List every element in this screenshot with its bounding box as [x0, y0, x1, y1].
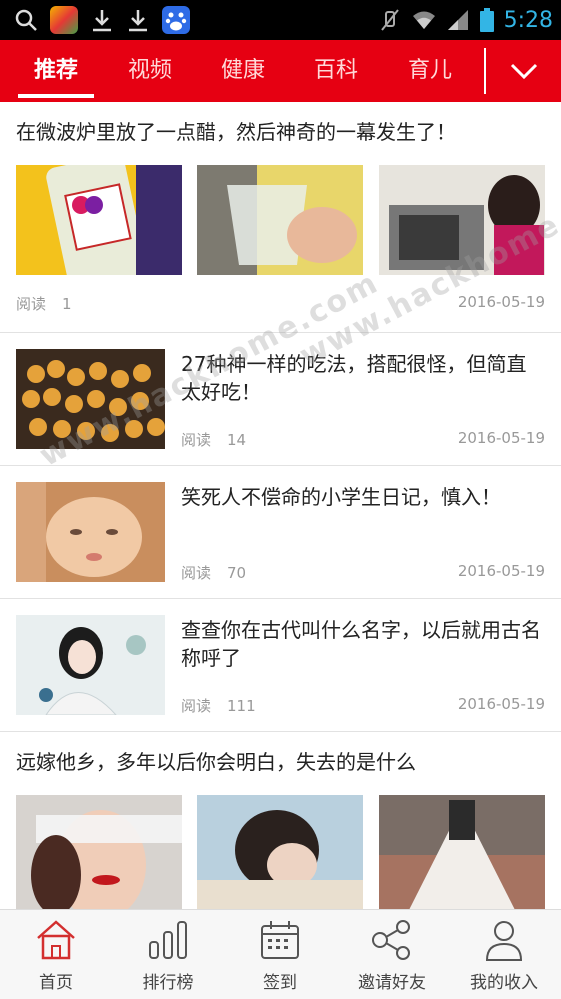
- wifi-icon: [412, 8, 436, 32]
- user-icon: [485, 921, 523, 961]
- download-icon: [90, 8, 114, 32]
- read-label: 阅读: [181, 564, 212, 582]
- tab-recommend[interactable]: 推荐: [18, 40, 94, 102]
- read-count: 阅读 14: [181, 429, 246, 450]
- nav-label: 排行榜: [142, 973, 194, 993]
- article-image[interactable]: [16, 615, 165, 715]
- nav-home[interactable]: 首页: [0, 910, 112, 999]
- article-card[interactable]: 查查你在古代叫什么名字，以后就用古名称呼了 阅读 111 2016-05-19: [0, 599, 561, 732]
- status-time: 5:28: [503, 7, 553, 33]
- nav-label: 邀请好友: [358, 973, 426, 993]
- more-tabs-button[interactable]: [486, 40, 561, 102]
- article-title[interactable]: 远嫁他乡，多年以后你会明白，失去的是什么: [16, 748, 546, 776]
- article-image[interactable]: [379, 795, 545, 910]
- active-tab-indicator: [18, 94, 94, 98]
- nav-ranking[interactable]: 排行榜: [112, 910, 224, 999]
- article-card[interactable]: 笑死人不偿命的小学生日记，慎入！ 阅读 70 2016-05-19: [0, 466, 561, 599]
- share-icon: [372, 920, 410, 960]
- tab-parenting[interactable]: 育儿: [392, 40, 468, 102]
- article-date: 2016-05-19: [457, 695, 545, 713]
- bottom-navigation: 首页 排行榜 签到 邀请好友 我的收入: [0, 909, 561, 999]
- article-card[interactable]: 在微波炉里放了一点醋，然后神奇的一幕发生了！ 阅读 1 2016-05-19: [0, 102, 561, 333]
- read-count: 阅读 1: [16, 293, 72, 314]
- nav-invite[interactable]: 邀请好友: [336, 910, 448, 999]
- article-title[interactable]: 笑死人不偿命的小学生日记，慎入！: [181, 483, 546, 511]
- mute-icon: [378, 8, 402, 32]
- nav-label: 我的收入: [470, 973, 538, 993]
- article-feed[interactable]: 在微波炉里放了一点醋，然后神奇的一幕发生了！ 阅读 1 2016-05-19 2…: [0, 102, 561, 910]
- signal-icon: [446, 8, 470, 32]
- article-card[interactable]: 远嫁他乡，多年以后你会明白，失去的是什么: [0, 732, 561, 910]
- article-date: 2016-05-19: [457, 429, 545, 447]
- tab-encyclopedia[interactable]: 百科: [298, 40, 374, 102]
- article-image[interactable]: [197, 165, 363, 275]
- article-card[interactable]: 27种神一样的吃法，搭配很怪，但简直太好吃！ 阅读 14 2016-05-19: [0, 333, 561, 466]
- article-image[interactable]: [16, 482, 165, 582]
- article-title[interactable]: 在微波炉里放了一点醋，然后神奇的一幕发生了！: [16, 118, 546, 146]
- category-tab-bar: 推荐 视频 健康 百科 育儿: [0, 40, 561, 102]
- article-image[interactable]: [379, 165, 545, 275]
- read-number: 111: [227, 697, 256, 715]
- calendar-icon: [261, 921, 299, 959]
- read-label: 阅读: [181, 431, 212, 449]
- download-icon: [126, 8, 150, 32]
- article-date: 2016-05-19: [457, 293, 545, 311]
- bar-chart-icon: [149, 921, 187, 959]
- article-title[interactable]: 查查你在古代叫什么名字，以后就用古名称呼了: [181, 616, 546, 672]
- article-image[interactable]: [16, 165, 182, 275]
- read-count: 阅读 70: [181, 562, 246, 583]
- read-number: 70: [227, 564, 247, 582]
- read-label: 阅读: [16, 295, 47, 313]
- nav-label: 首页: [39, 973, 73, 993]
- article-image[interactable]: [197, 795, 363, 910]
- home-icon: [37, 920, 75, 960]
- article-image[interactable]: [16, 349, 165, 449]
- nav-checkin[interactable]: 签到: [224, 910, 336, 999]
- article-title[interactable]: 27种神一样的吃法，搭配很怪，但简直太好吃！: [181, 350, 546, 406]
- read-number: 14: [227, 431, 247, 449]
- nav-income[interactable]: 我的收入: [448, 910, 560, 999]
- chevron-down-icon: [510, 63, 537, 80]
- article-date: 2016-05-19: [457, 562, 545, 580]
- baidu-icon: [162, 6, 190, 34]
- search-icon: [14, 8, 38, 32]
- tab-health[interactable]: 健康: [205, 40, 281, 102]
- read-number: 1: [62, 295, 72, 313]
- app-icon: [50, 6, 78, 34]
- tab-video[interactable]: 视频: [112, 40, 188, 102]
- nav-label: 签到: [263, 973, 297, 993]
- read-label: 阅读: [181, 697, 212, 715]
- read-count: 阅读 111: [181, 695, 256, 716]
- battery-icon: [479, 8, 494, 32]
- status-bar: 5:28: [0, 0, 561, 40]
- article-image[interactable]: [16, 795, 182, 910]
